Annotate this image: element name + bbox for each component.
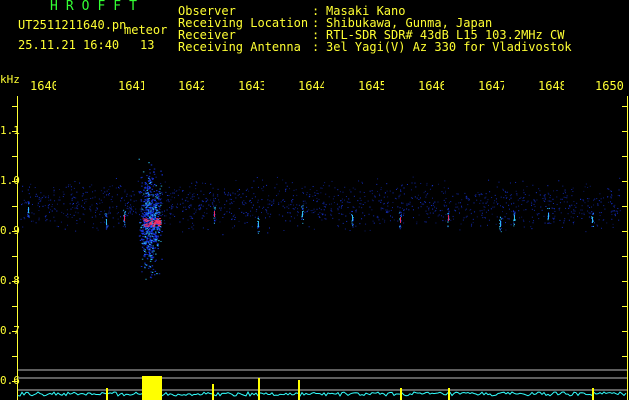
file-name: UT2511211640.pn — [18, 18, 127, 32]
info-value: 3el Yagi(V) Az 330 for Vladivostok — [326, 40, 572, 54]
mode-label: meteor — [124, 23, 168, 37]
y-tick-mark — [12, 131, 18, 132]
info-key: Receiving Antenna — [178, 40, 301, 54]
y-tick-mark — [622, 106, 627, 107]
y-tick-mark — [12, 181, 18, 182]
y-tick-mark — [622, 256, 627, 257]
y-tick-mark — [12, 381, 18, 382]
x-tick-label: 1640 — [30, 80, 56, 92]
x-tick-label: 1641 — [118, 80, 144, 92]
x-tick-label: 1645 — [358, 80, 384, 92]
x-tick-label: 1647 — [478, 80, 504, 92]
y-tick-mark — [622, 281, 627, 282]
x-tick-label: 1646 — [418, 80, 444, 92]
y-tick-mark — [622, 231, 627, 232]
y-tick-mark — [622, 156, 627, 157]
observation-datetime: 25.11.21 16:40 — [18, 38, 120, 52]
y-tick-mark — [622, 131, 627, 132]
y-tick-mark — [12, 331, 18, 332]
x-tick-label: 1644 — [298, 80, 324, 92]
y-tick-mark — [12, 256, 18, 257]
meteor-count: 13 — [140, 38, 155, 52]
x-tick-label: 1643 — [238, 80, 264, 92]
y-axis-unit: kHz — [0, 73, 20, 86]
x-tick-label: 1642 — [178, 80, 204, 92]
y-tick-mark — [622, 331, 627, 332]
y-tick-mark — [12, 106, 18, 107]
y-tick-mark — [622, 206, 627, 207]
y-tick-mark — [12, 306, 18, 307]
app-title: HROFFT — [50, 0, 145, 14]
y-tick-mark — [622, 356, 627, 357]
x-tick-label: 1648 — [538, 80, 564, 92]
y-tick-mark — [12, 206, 18, 207]
y-tick-mark — [12, 231, 18, 232]
info-separator: : — [312, 40, 320, 54]
y-tick-mark — [622, 306, 627, 307]
y-tick-mark — [622, 181, 627, 182]
y-tick-mark — [12, 356, 18, 357]
y-tick-mark — [12, 156, 18, 157]
x-tick-label: 1650 — [595, 80, 624, 92]
y-axis-line — [17, 96, 18, 400]
right-axis-line — [627, 96, 628, 400]
spectrogram-waterfall — [17, 158, 627, 400]
y-tick-mark — [12, 281, 18, 282]
